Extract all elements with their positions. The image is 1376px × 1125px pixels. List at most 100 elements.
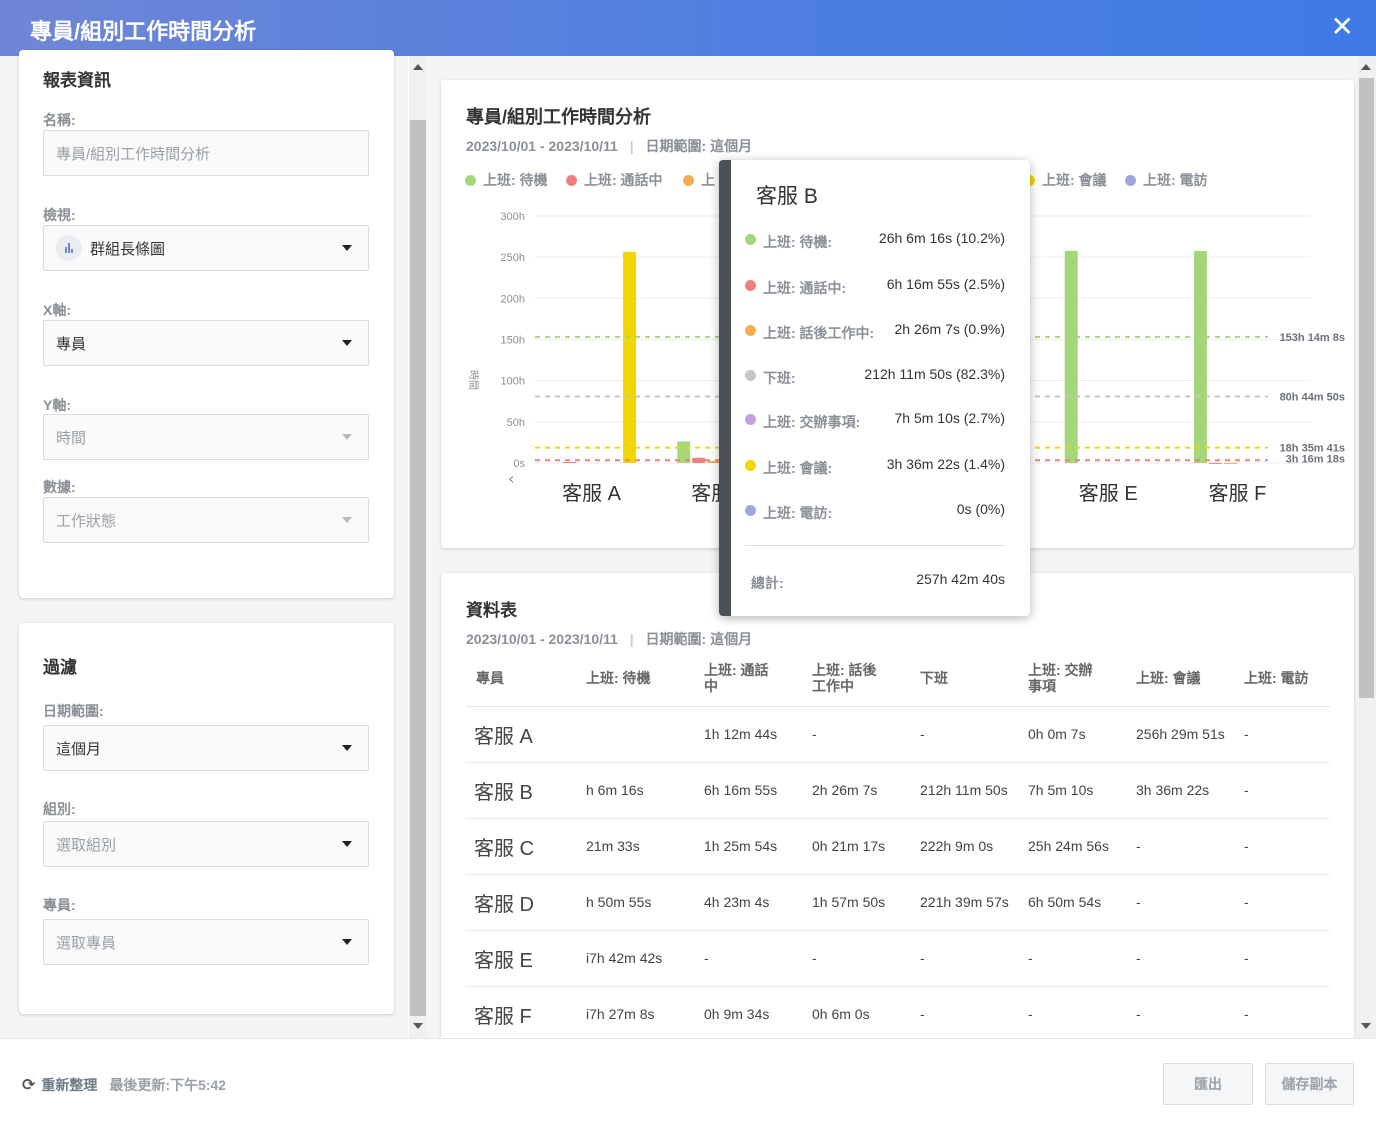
table-row: 客服 Bh 6m 16s 6h 16m 55s 2h 26m 7s 212h 11m … bbox=[466, 762, 1330, 819]
tooltip-total-value: 257h 42m 40s bbox=[916, 571, 1005, 587]
tooltip-value: 212h 11m 50s (82.3%) bbox=[864, 366, 1005, 382]
table-date-range-value: 2023/10/01 - 2023/10/11 bbox=[466, 631, 618, 647]
tooltip-value: 26h 6m 16s (10.2%) bbox=[878, 230, 1005, 246]
table-cell: - bbox=[1018, 930, 1126, 987]
bar-0-5 bbox=[623, 251, 637, 463]
table-cell: - bbox=[910, 706, 1018, 763]
agent-name-cell: 客服 B bbox=[466, 762, 576, 819]
bar-4-0 bbox=[1064, 250, 1078, 463]
agent-name-cell: 客服 E bbox=[466, 930, 576, 987]
table-cell: 222h 9m 0s bbox=[910, 818, 1018, 875]
x-tick-label: 客服 A bbox=[562, 482, 622, 505]
refresh-button[interactable]: 重新整理 bbox=[41, 1075, 97, 1095]
tooltip-total-label: 總計: bbox=[751, 575, 784, 591]
table-cell: 3h 36m 22s bbox=[1126, 762, 1234, 819]
column-header[interactable]: 上班: 待機 bbox=[576, 650, 694, 707]
refresh-area: ⟳ 重新整理 最後更新:下午5:42 bbox=[22, 1075, 226, 1095]
table-cell: 25h 24m 56s bbox=[1018, 818, 1126, 875]
table-cell: 1h 57m 50s bbox=[802, 874, 910, 931]
tooltip-dot bbox=[745, 325, 756, 336]
tooltip-total: 總計: 257h 42m 40s bbox=[745, 571, 1005, 593]
average-label: 80h 44m 50s bbox=[1280, 392, 1345, 404]
bar-0-1 bbox=[563, 462, 577, 464]
column-header[interactable]: 上班: 會議 bbox=[1126, 650, 1234, 707]
tooltip-value: 7h 5m 10s (2.7%) bbox=[894, 410, 1006, 426]
tooltip-row: 上班: 通話中: 6h 16m 55s (2.5%) bbox=[745, 276, 1005, 298]
tooltip-dot bbox=[745, 505, 756, 516]
table-cell: - bbox=[1126, 818, 1234, 875]
tooltip-value: 6h 16m 55s (2.5%) bbox=[886, 276, 1005, 292]
table-cell: - bbox=[1234, 874, 1330, 931]
chart-tooltip: 客服 B 上班: 待機: 26h 6m 16s (10.2%) 上班: 通話中: 6… bbox=[719, 160, 1030, 616]
table-cell: 0h 21m 17s bbox=[802, 818, 910, 875]
table-cell: 7h 5m 10s bbox=[1018, 762, 1126, 819]
y-axis-title: 時間 bbox=[467, 370, 479, 390]
tooltip-key: 上班: 電訪: bbox=[763, 505, 833, 521]
tooltip-value: 3h 36m 22s (1.4%) bbox=[886, 456, 1005, 472]
table-cell: - bbox=[802, 930, 910, 987]
tooltip-row: 上班: 會議: 3h 36m 22s (1.4%) bbox=[745, 456, 1005, 478]
table-row: 客服 Fi7h 27m 8s 0h 9m 34s 0h 6m 0s - - - - bbox=[466, 986, 1330, 1043]
table-cell: 1h 12m 44s bbox=[694, 706, 802, 763]
agent-name-cell: 客服 C bbox=[466, 818, 576, 875]
table-row: 客服 C 21m 33s 1h 25m 54s 0h 21m 17s 222h 9m … bbox=[466, 818, 1330, 875]
table-cell: i7h 42m 42s bbox=[576, 930, 694, 987]
tooltip-dot bbox=[745, 280, 756, 291]
tooltip-key: 上班: 交辦事項: bbox=[763, 414, 861, 430]
table-cell: - bbox=[1018, 986, 1126, 1043]
table-cell: 0h 0m 7s bbox=[1018, 706, 1126, 763]
chevron-left-icon[interactable]: ‹ bbox=[508, 469, 514, 488]
table-cell: - bbox=[910, 930, 1018, 987]
save-copy-button[interactable]: 儲存副本 bbox=[1265, 1063, 1354, 1105]
y-tick-label: 100h bbox=[501, 376, 525, 388]
table-title: 資料表 bbox=[466, 601, 517, 620]
tooltip-row: 下班: 212h 11m 50s (82.3%) bbox=[745, 366, 1005, 388]
bar-5-1 bbox=[1208, 462, 1222, 464]
table-cell: 0h 6m 0s bbox=[802, 986, 910, 1043]
table-cell: 21m 33s bbox=[576, 818, 694, 875]
table-cell: - bbox=[1234, 930, 1330, 987]
tooltip-dot bbox=[745, 234, 756, 245]
table-cell: h 50m 55s bbox=[576, 874, 694, 931]
y-tick-label: 0s bbox=[513, 458, 525, 470]
table-cell: - bbox=[1126, 930, 1234, 987]
tooltip-value: 0s (0%) bbox=[956, 501, 1005, 517]
column-header[interactable]: 上班: 交辦 事項 bbox=[1018, 650, 1126, 707]
average-label: 3h 16m 18s bbox=[1286, 453, 1345, 465]
table-row: 客服 A 1h 12m 44s - -0h 0m 7s 256h 29m 51s - bbox=[466, 706, 1330, 763]
data-table: 專員 上班: 待機 上班: 通話 中 上班: 話後 工作中 下班 上班: 交辦 … bbox=[466, 650, 1330, 1043]
tooltip-row: 上班: 交辦事項: 7h 5m 10s (2.7%) bbox=[745, 410, 1005, 432]
divider: | bbox=[629, 631, 634, 647]
tooltip-row: 上班: 話後工作中: 2h 26m 7s (0.9%) bbox=[745, 321, 1005, 343]
tooltip-key: 上班: 話後工作中: bbox=[763, 325, 875, 341]
table-cell: 6h 16m 55s bbox=[694, 762, 802, 819]
table-cell: 212h 11m 50s bbox=[910, 762, 1018, 819]
table-cell bbox=[576, 706, 694, 763]
table-cell: 4h 23m 4s bbox=[694, 874, 802, 931]
agent-name-cell: 客服 D bbox=[466, 874, 576, 931]
column-header[interactable]: 專員 bbox=[466, 650, 576, 707]
tooltip-divider bbox=[745, 545, 1005, 546]
column-header[interactable]: 上班: 通話 中 bbox=[694, 650, 802, 707]
table-cell: - bbox=[1234, 986, 1330, 1043]
agent-name-cell: 客服 F bbox=[466, 986, 576, 1043]
table-row: 客服 Dh 50m 55s 4h 23m 4s 1h 57m 50s 221h 39m… bbox=[466, 874, 1330, 931]
y-tick-label: 250h bbox=[501, 252, 525, 264]
export-button[interactable]: 匯出 bbox=[1163, 1063, 1253, 1105]
table-cell: - bbox=[1234, 706, 1330, 763]
table-date-range-label: 日期範圍: 這個月 bbox=[645, 631, 753, 647]
refresh-icon[interactable]: ⟳ bbox=[22, 1075, 35, 1095]
column-header[interactable]: 下班 bbox=[910, 650, 1018, 707]
table-cell: - bbox=[1126, 874, 1234, 931]
table-cell: 1h 25m 54s bbox=[694, 818, 802, 875]
footer-bar: ⟳ 重新整理 最後更新:下午5:42 匯出 儲存副本 bbox=[0, 1038, 1376, 1125]
table-cell: - bbox=[802, 706, 910, 763]
column-header[interactable]: 上班: 電訪 bbox=[1234, 650, 1330, 707]
table-row: 客服 Ei7h 42m 42s - - - - - - bbox=[466, 930, 1330, 987]
column-header[interactable]: 上班: 話後 工作中 bbox=[802, 650, 910, 707]
tooltip-row: 上班: 待機: 26h 6m 16s (10.2%) bbox=[745, 230, 1005, 252]
last-update: 最後更新:下午5:42 bbox=[109, 1077, 227, 1093]
table-cell: 2h 26m 7s bbox=[802, 762, 910, 819]
table-cell: - bbox=[1234, 818, 1330, 875]
table-cell: - bbox=[1234, 762, 1330, 819]
